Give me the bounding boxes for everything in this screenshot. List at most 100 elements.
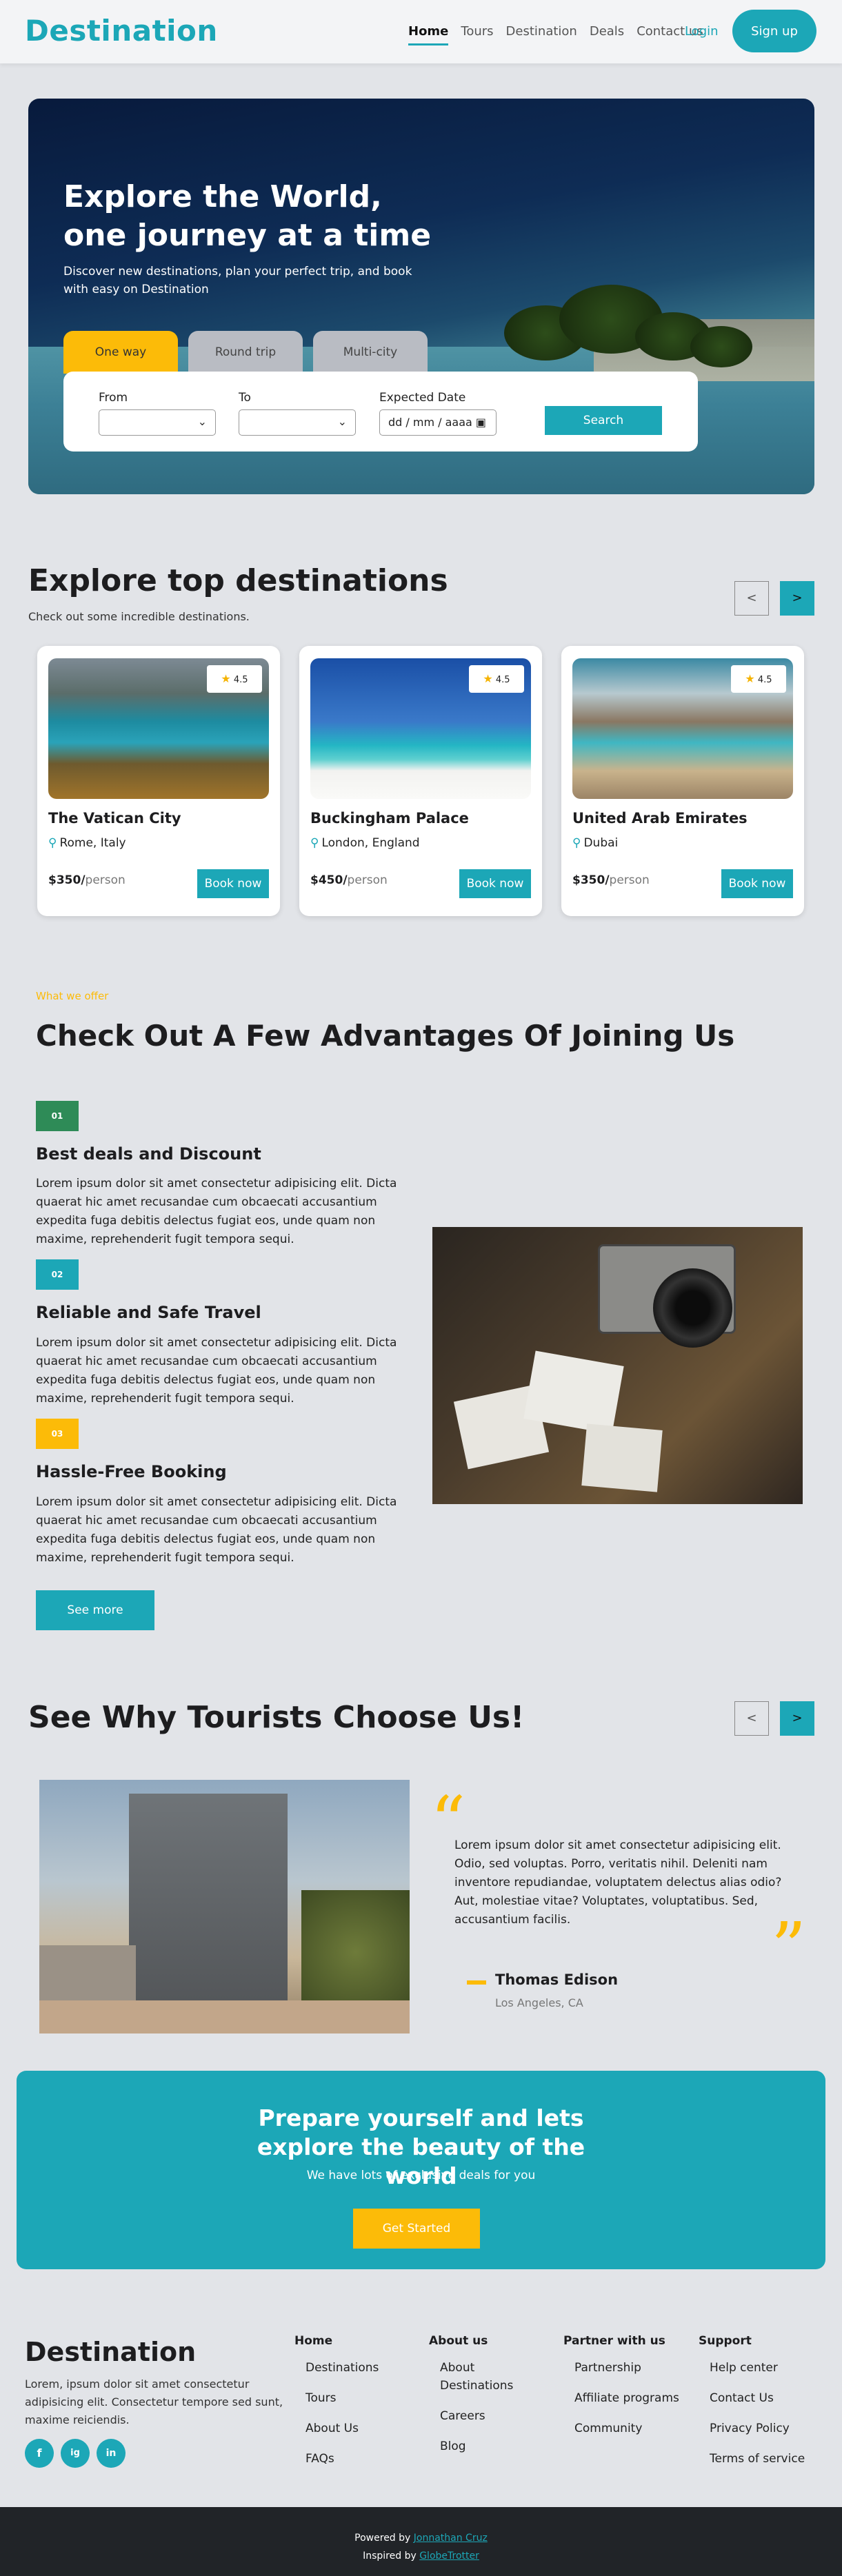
powered-by: Powered by Jonnathan Cruz xyxy=(354,2533,488,2544)
chevron-down-icon: ⌄ xyxy=(197,415,207,428)
card-location: ⚲ Dubai xyxy=(572,836,619,850)
search-form: From ⌄ To ⌄ Expected Date dd / mm / aaaa… xyxy=(63,372,698,452)
camera-lens xyxy=(653,1268,732,1348)
testimonial-prev-button[interactable]: < xyxy=(734,1701,769,1736)
author-link[interactable]: Jonnathan Cruz xyxy=(414,2533,488,2544)
destinations-title: Explore top destinations xyxy=(28,563,448,598)
step-number-badge: 03 xyxy=(36,1419,79,1449)
footer-link-faqs[interactable]: FAQs xyxy=(305,2450,412,2468)
footer-link-about-destinations[interactable]: About Destinations xyxy=(440,2359,516,2395)
facebook-icon[interactable]: f xyxy=(25,2439,54,2468)
testimonial-title: See Why Tourists Choose Us! xyxy=(28,1700,525,1735)
cta-subtitle: We have lots of exclusive deals for you xyxy=(306,2169,536,2182)
hero-title: Explore the World, one journey at a time xyxy=(63,179,432,253)
star-icon: ★ xyxy=(221,672,231,685)
from-label: From xyxy=(99,391,128,405)
footer-heading: About us xyxy=(429,2334,488,2348)
footer-column-support: Support Help center Contact Us Privacy P… xyxy=(699,2334,830,2480)
inspired-by: Inspired by GlobeTrotter xyxy=(363,2550,479,2562)
tab-round-trip[interactable]: Round trip xyxy=(188,331,303,374)
notre-dame-image xyxy=(39,1780,410,2034)
date-input[interactable]: dd / mm / aaaa ▣ xyxy=(379,409,497,436)
footer-link-terms[interactable]: Terms of service xyxy=(710,2450,830,2468)
destinations-next-button[interactable]: > xyxy=(780,581,814,616)
advantage-text: Lorem ipsum dolor sit amet consectetur a… xyxy=(36,1336,397,1406)
login-link[interactable]: Login xyxy=(685,24,719,39)
tab-one-way[interactable]: One way xyxy=(63,331,178,374)
book-now-button[interactable]: Book now xyxy=(721,869,793,898)
inspiration-link[interactable]: GlobeTrotter xyxy=(419,2550,479,2562)
nav-link-deals[interactable]: Deals xyxy=(590,24,624,45)
testimonial-quote: Lorem ipsum dolor sit amet consectetur a… xyxy=(454,1838,782,1927)
nav-link-tours[interactable]: Tours xyxy=(461,24,493,45)
from-select[interactable]: ⌄ xyxy=(99,409,216,436)
footer-link-destinations[interactable]: Destinations xyxy=(305,2359,412,2377)
date-placeholder: dd / mm / aaaa xyxy=(388,416,472,429)
tree xyxy=(301,1890,410,2014)
to-select[interactable]: ⌄ xyxy=(239,409,356,436)
vatican-lake-image: ★ 4.5 xyxy=(48,658,269,799)
chevron-down-icon: ⌄ xyxy=(337,415,347,428)
card-title: Buckingham Palace xyxy=(310,810,469,826)
footer-description: Lorem, ipsum dolor sit amet consectetur … xyxy=(25,2377,283,2426)
footer-link-contact-us[interactable]: Contact Us xyxy=(710,2389,830,2407)
dubai-river-image: ★ 4.5 xyxy=(572,658,793,799)
tab-multi-city[interactable]: Multi-city xyxy=(313,331,428,374)
rating-badge: ★ 4.5 xyxy=(731,665,786,693)
rating-value: 4.5 xyxy=(757,675,772,685)
footer-link-privacy[interactable]: Privacy Policy xyxy=(710,2420,830,2437)
plaza xyxy=(39,2000,410,2034)
close-quote-icon: ” xyxy=(771,1907,807,1988)
footer-heading: Support xyxy=(699,2334,752,2348)
see-more-button[interactable]: See more xyxy=(36,1590,154,1630)
footer-link-tours[interactable]: Tours xyxy=(305,2389,412,2407)
star-icon: ★ xyxy=(745,672,755,685)
nav-link-destination[interactable]: Destination xyxy=(506,24,577,45)
instagram-icon[interactable]: ig xyxy=(61,2439,90,2468)
footer-link-affiliate[interactable]: Affiliate programs xyxy=(574,2389,694,2407)
card-location: ⚲ Rome, Italy xyxy=(48,836,126,850)
footer-brand[interactable]: Destination xyxy=(25,2337,196,2367)
card-location: ⚲ London, England xyxy=(310,836,420,850)
footer-link-blog[interactable]: Blog xyxy=(440,2437,546,2455)
advantages-title: Check Out A Few Advantages Of Joining Us xyxy=(36,1019,735,1053)
footer-link-about-us[interactable]: About Us xyxy=(305,2420,412,2437)
cta-banner: Prepare yourself and lets explore the be… xyxy=(17,2071,825,2269)
date-label: Expected Date xyxy=(379,391,466,405)
get-started-button[interactable]: Get Started xyxy=(353,2209,480,2249)
rating-value: 4.5 xyxy=(233,675,248,685)
footer-link-careers[interactable]: Careers xyxy=(440,2407,546,2425)
testimonial-next-button[interactable]: > xyxy=(780,1701,814,1736)
brand-logo[interactable]: Destination xyxy=(25,14,218,48)
advantage-text: Lorem ipsum dolor sit amet consectetur a… xyxy=(36,1177,397,1246)
footer-link-partnership[interactable]: Partnership xyxy=(574,2359,694,2377)
rating-badge: ★ 4.5 xyxy=(207,665,262,693)
card-title: United Arab Emirates xyxy=(572,810,748,826)
footer-link-community[interactable]: Community xyxy=(574,2420,694,2437)
cathedral-facade xyxy=(129,1794,288,2000)
polaroid-photo xyxy=(581,1423,663,1492)
location-pin-icon: ⚲ xyxy=(48,836,57,850)
book-now-button[interactable]: Book now xyxy=(459,869,531,898)
testimonial-author: Thomas Edison xyxy=(495,1971,619,1988)
advantage-heading: Best deals and Discount xyxy=(36,1144,261,1164)
calendar-icon: ▣ xyxy=(475,416,487,429)
rating-value: 4.5 xyxy=(495,675,510,685)
destination-card: ★ 4.5 United Arab Emirates ⚲ Dubai $350/p… xyxy=(561,646,804,916)
top-navbar: Destination Home Tours Destination Deals… xyxy=(0,0,842,63)
step-number-badge: 02 xyxy=(36,1259,79,1290)
nav-links: Home Tours Destination Deals Contact us xyxy=(408,24,716,45)
signup-button[interactable]: Sign up xyxy=(732,10,816,52)
search-button[interactable]: Search xyxy=(545,406,662,435)
star-icon: ★ xyxy=(483,672,493,685)
card-price: $450/person xyxy=(310,873,388,887)
linkedin-icon[interactable]: in xyxy=(97,2439,126,2468)
book-now-button[interactable]: Book now xyxy=(197,869,269,898)
section-kicker: What we offer xyxy=(36,990,109,1002)
destinations-prev-button[interactable]: < xyxy=(734,581,769,616)
hero-banner: Explore the World, one journey at a time… xyxy=(28,99,814,494)
nav-link-home[interactable]: Home xyxy=(408,24,449,45)
trip-type-tabs: One way Round trip Multi-city xyxy=(63,331,438,374)
step-number-badge: 01 xyxy=(36,1101,79,1131)
footer-link-help-center[interactable]: Help center xyxy=(710,2359,830,2377)
